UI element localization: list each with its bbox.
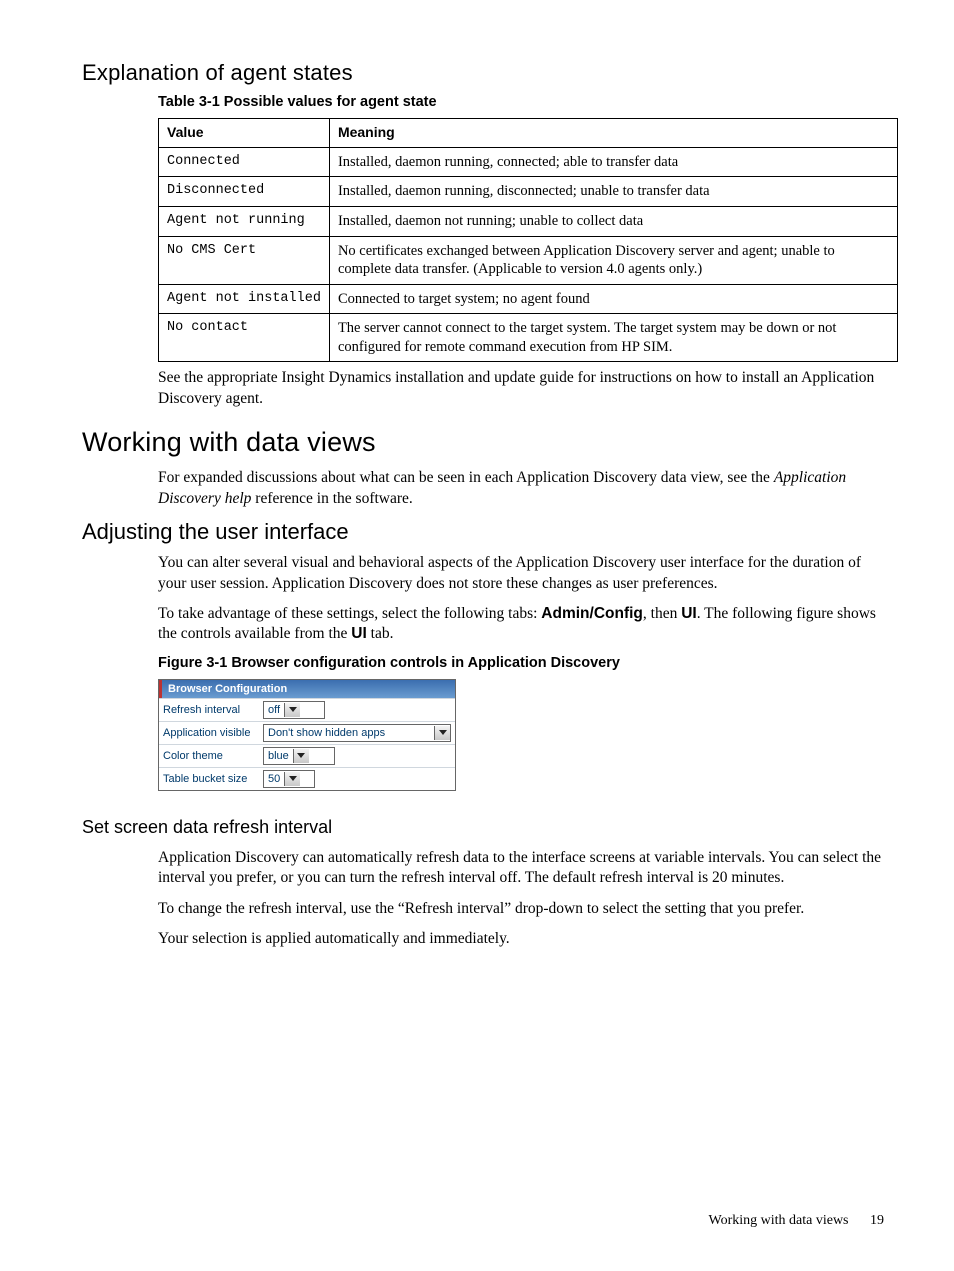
heading-working-with-data-views: Working with data views xyxy=(82,427,884,458)
para-refresh-3: Your selection is applied automatically … xyxy=(158,929,884,949)
browser-config-row-appvis: Application visible Don't show hidden ap… xyxy=(159,721,455,744)
para-adjust-1: You can alter several visual and behavio… xyxy=(158,553,884,594)
text: reference in the software. xyxy=(251,490,412,507)
color-theme-label: Color theme xyxy=(163,750,263,762)
para-working-intro: For expanded discussions about what can … xyxy=(158,468,884,509)
table-row: Disconnected Installed, daemon running, … xyxy=(159,177,898,207)
cell-value: Disconnected xyxy=(159,177,330,207)
th-meaning: Meaning xyxy=(329,119,897,148)
refresh-interval-label: Refresh interval xyxy=(163,704,263,716)
browser-config-row-bucket: Table bucket size 50 xyxy=(159,767,455,790)
table-header-row: Value Meaning xyxy=(159,119,898,148)
table-row: No contact The server cannot connect to … xyxy=(159,314,898,362)
application-visible-label: Application visible xyxy=(163,727,263,739)
refresh-interval-select[interactable]: off xyxy=(263,701,325,719)
text: tab. xyxy=(367,625,394,642)
cell-meaning: No certificates exchanged between Applic… xyxy=(329,236,897,284)
chevron-down-icon xyxy=(293,749,309,763)
para-adjust-2: To take advantage of these settings, sel… xyxy=(158,604,884,645)
cell-meaning: Connected to target system; no agent fou… xyxy=(329,284,897,314)
cell-meaning: Installed, daemon running, connected; ab… xyxy=(329,147,897,177)
para-after-table: See the appropriate Insight Dynamics ins… xyxy=(158,368,884,409)
refresh-interval-value: off xyxy=(268,704,284,716)
browser-config-title: Browser Configuration xyxy=(159,680,455,698)
cell-value: No CMS Cert xyxy=(159,236,330,284)
chevron-down-icon xyxy=(434,726,450,740)
cell-value: No contact xyxy=(159,314,330,362)
heading-agent-states: Explanation of agent states xyxy=(82,60,884,86)
table-row: Agent not installed Connected to target … xyxy=(159,284,898,314)
cell-value: Connected xyxy=(159,147,330,177)
tab-name-ui: UI xyxy=(681,605,697,622)
page-footer: Working with data views 19 xyxy=(708,1213,884,1229)
table-row: Agent not running Installed, daemon not … xyxy=(159,207,898,237)
heading-adjusting-ui: Adjusting the user interface xyxy=(82,519,884,545)
cell-meaning: Installed, daemon running, disconnected;… xyxy=(329,177,897,207)
color-theme-value: blue xyxy=(268,750,293,762)
page-number: 19 xyxy=(870,1213,884,1228)
para-refresh-1: Application Discovery can automatically … xyxy=(158,848,884,889)
cell-meaning: Installed, daemon not running; unable to… xyxy=(329,207,897,237)
cell-value: Agent not installed xyxy=(159,284,330,314)
chevron-down-icon xyxy=(284,703,300,717)
th-value: Value xyxy=(159,119,330,148)
text: , then xyxy=(643,605,681,622)
table-row: Connected Installed, daemon running, con… xyxy=(159,147,898,177)
table-bucket-size-select[interactable]: 50 xyxy=(263,770,315,788)
agent-state-table: Value Meaning Connected Installed, daemo… xyxy=(158,118,898,362)
application-visible-select[interactable]: Don't show hidden apps xyxy=(263,724,451,742)
tab-name-ui: UI xyxy=(351,625,367,642)
chevron-down-icon xyxy=(284,772,300,786)
table-row: No CMS Cert No certificates exchanged be… xyxy=(159,236,898,284)
browser-config-row-refresh: Refresh interval off xyxy=(159,698,455,721)
para-refresh-2: To change the refresh interval, use the … xyxy=(158,899,884,919)
browser-config-panel: Browser Configuration Refresh interval o… xyxy=(158,679,456,791)
color-theme-select[interactable]: blue xyxy=(263,747,335,765)
application-visible-value: Don't show hidden apps xyxy=(268,727,434,739)
cell-meaning: The server cannot connect to the target … xyxy=(329,314,897,362)
text: To take advantage of these settings, sel… xyxy=(158,605,541,622)
tab-name-admin-config: Admin/Config xyxy=(541,605,643,622)
browser-config-row-color: Color theme blue xyxy=(159,744,455,767)
footer-section-title: Working with data views xyxy=(708,1213,848,1228)
cell-value: Agent not running xyxy=(159,207,330,237)
figure-caption: Figure 3-1 Browser configuration control… xyxy=(158,655,884,671)
table-caption: Table 3-1 Possible values for agent stat… xyxy=(158,94,884,110)
table-bucket-size-value: 50 xyxy=(268,773,284,785)
table-bucket-size-label: Table bucket size xyxy=(163,773,263,785)
text: For expanded discussions about what can … xyxy=(158,469,774,486)
heading-set-refresh-interval: Set screen data refresh interval xyxy=(82,817,884,838)
